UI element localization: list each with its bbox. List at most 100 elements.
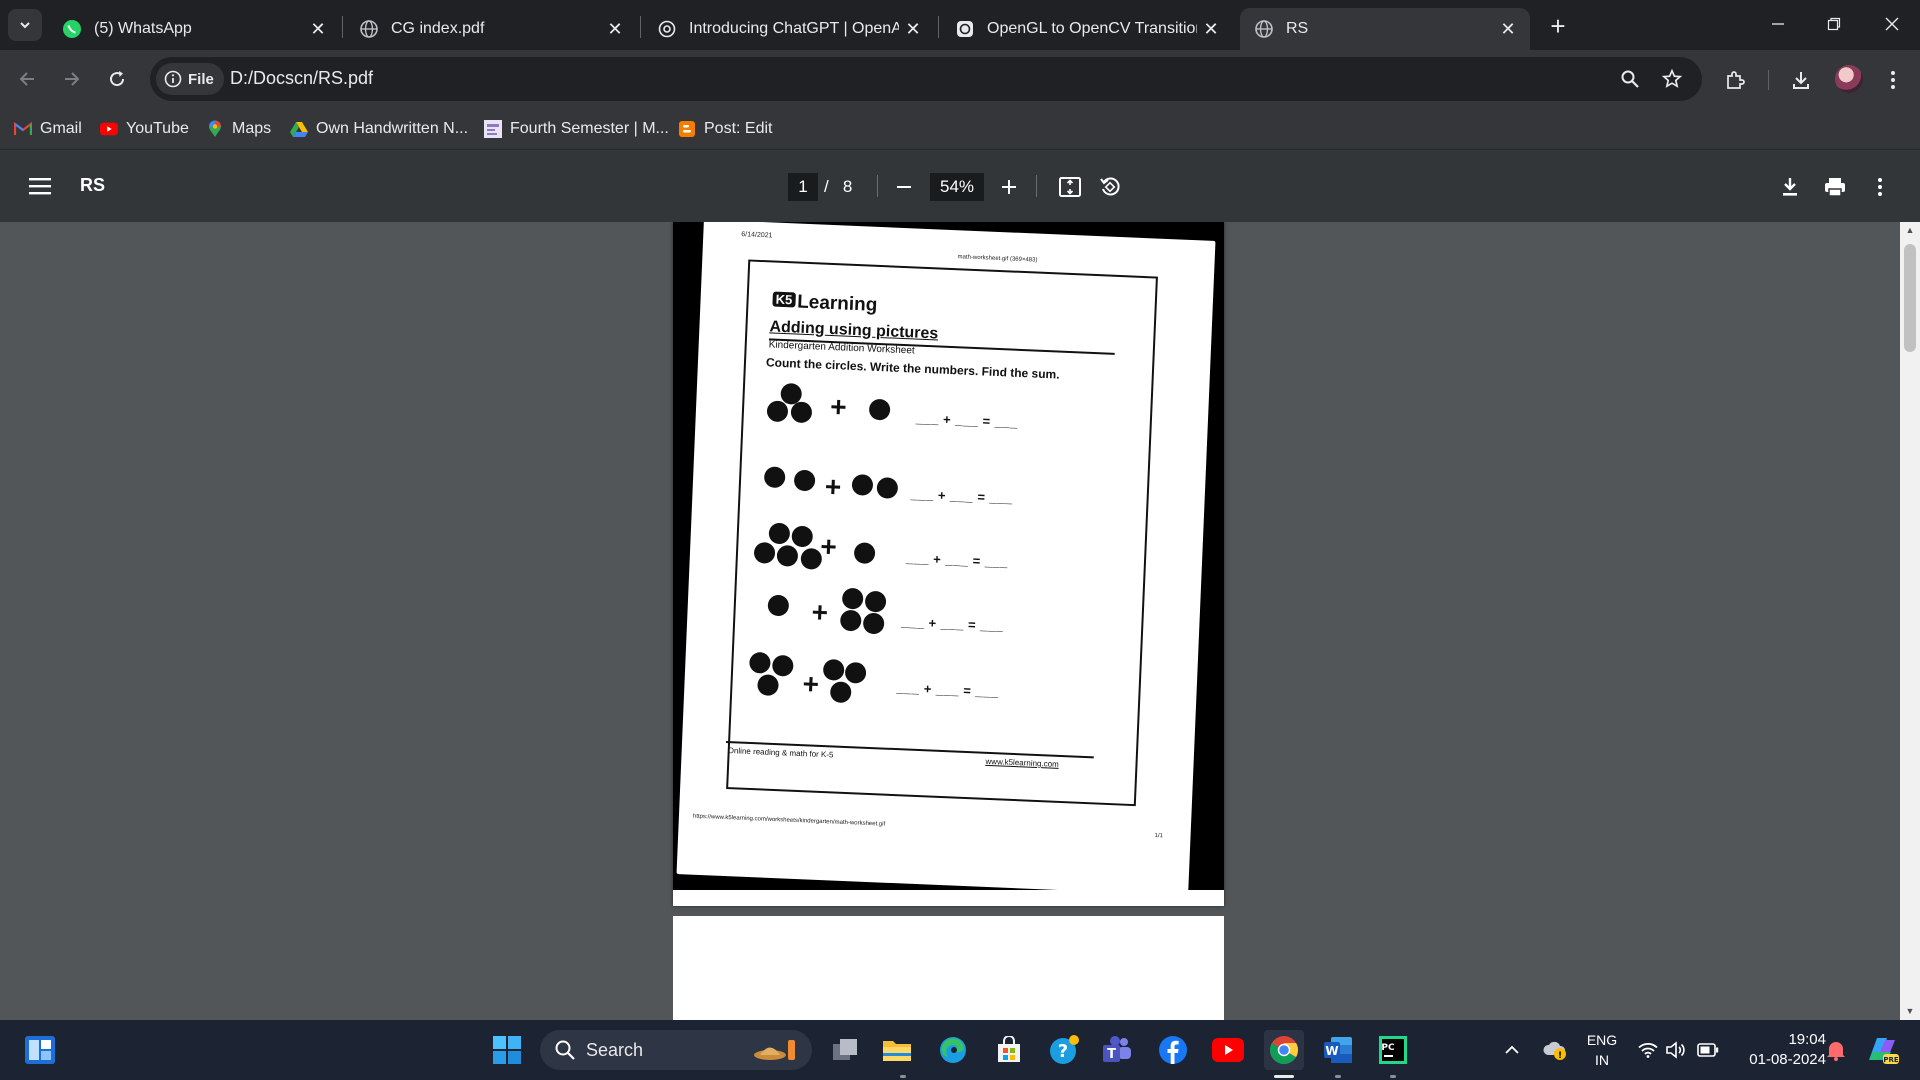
page-number-input[interactable]: 1 — [788, 173, 818, 201]
zoom-page-button[interactable] — [1618, 67, 1642, 91]
tab-search-button[interactable] — [8, 9, 42, 41]
zoom-input[interactable]: 54% — [930, 173, 984, 201]
tab-opengl-opencv[interactable]: OpenGL to OpenCV Transition ✕ — [941, 8, 1233, 50]
edge-button[interactable] — [933, 1030, 973, 1070]
magnifier-icon — [1621, 70, 1639, 88]
windows-taskbar: Search ? T W PC ! ENG IN 19:04 01-08-202… — [0, 1020, 1920, 1080]
url-text[interactable]: D:/Docscn/RS.pdf — [230, 68, 373, 89]
bookmark-star-button[interactable] — [1660, 67, 1684, 91]
arrow-right-icon — [65, 72, 80, 86]
bookmark-post-edit[interactable]: Post: Edit — [678, 115, 772, 143]
minimize-icon — [1772, 23, 1784, 25]
onedrive-status[interactable]: ! — [1538, 1020, 1572, 1080]
widgets-icon — [25, 1036, 55, 1064]
extensions-button[interactable] — [1722, 67, 1748, 93]
tab-rs[interactable]: RS ✕ — [1240, 8, 1530, 50]
browser-menu-button[interactable] — [1880, 67, 1906, 93]
pdf-viewer[interactable]: 6/14/2021 math-worksheet.gif (369×483) K… — [0, 222, 1920, 1020]
store-icon — [998, 1036, 1020, 1062]
show-hidden-icons-button[interactable] — [1498, 1020, 1526, 1080]
openai-icon — [657, 19, 677, 39]
forward-button[interactable] — [55, 62, 89, 96]
youtube-app-button[interactable] — [1208, 1030, 1248, 1070]
widgets-button[interactable] — [20, 1030, 60, 1070]
volume-status[interactable] — [1664, 1020, 1688, 1080]
bookmark-youtube[interactable]: YouTube — [100, 115, 189, 143]
close-tab-icon[interactable]: ✕ — [1197, 15, 1225, 43]
task-view-button[interactable] — [825, 1030, 865, 1070]
cloud-warning-icon: ! — [1543, 1041, 1566, 1061]
back-button[interactable] — [10, 62, 44, 96]
zoom-in-button[interactable] — [994, 172, 1024, 202]
close-tab-icon[interactable]: ✕ — [304, 15, 332, 43]
notifications-button[interactable] — [1822, 1020, 1850, 1080]
close-window-button[interactable] — [1864, 0, 1920, 48]
tab-title: RS — [1286, 20, 1309, 37]
scroll-up-icon[interactable]: ▲ — [1905, 225, 1915, 235]
bookmark-fourth-semester[interactable]: Fourth Semester | M... — [484, 115, 669, 143]
downloads-button[interactable] — [1788, 67, 1814, 93]
close-tab-icon[interactable]: ✕ — [1494, 15, 1522, 43]
battery-status[interactable] — [1694, 1020, 1722, 1080]
facebook-button[interactable] — [1153, 1030, 1193, 1070]
taskbar-search[interactable]: Search — [540, 1030, 812, 1070]
scrollbar-thumb[interactable] — [1904, 244, 1916, 352]
download-pdf-button[interactable] — [1775, 172, 1805, 202]
youtube-icon — [100, 120, 118, 138]
svg-text:T: T — [1107, 1047, 1116, 1062]
wifi-status[interactable] — [1636, 1020, 1660, 1080]
close-tab-icon[interactable]: ✕ — [899, 15, 927, 43]
scan-source-url: https://www.k5learning.com/worksheets/ki… — [692, 813, 886, 828]
viewer-scrollbar[interactable]: ▲ ▼ — [1900, 222, 1920, 1020]
word-button[interactable]: W — [1318, 1030, 1358, 1070]
new-tab-button[interactable]: + — [1542, 10, 1574, 42]
tab-whatsapp[interactable]: (5) WhatsApp ✕ — [48, 8, 340, 50]
search-highlight-icon — [754, 1040, 795, 1060]
maps-icon — [206, 120, 224, 138]
teams-button[interactable]: T — [1097, 1030, 1137, 1070]
scroll-down-icon[interactable]: ▼ — [1905, 1006, 1915, 1016]
copilot-button[interactable]: ? — [1044, 1030, 1084, 1070]
pycharm-button[interactable]: PC — [1373, 1030, 1413, 1070]
print-button[interactable] — [1820, 172, 1850, 202]
blogger-icon — [678, 120, 696, 138]
search-label: Search — [586, 1039, 644, 1060]
pdf-toolbar-divider — [877, 175, 878, 197]
bookmark-gmail[interactable]: Gmail — [14, 115, 82, 143]
plus-sign: + — [819, 530, 838, 563]
pdf-title: RS — [80, 175, 106, 195]
download-icon — [1783, 178, 1797, 196]
address-bar[interactable]: File D:/Docscn/RS.pdf — [150, 57, 1702, 101]
tab-chatgpt[interactable]: Introducing ChatGPT | OpenAI ✕ — [643, 8, 935, 50]
copilot-tray-button[interactable]: PRE — [1862, 1020, 1902, 1080]
language-indicator[interactable]: ENG IN — [1578, 1020, 1626, 1080]
microsoft-store-button[interactable] — [989, 1030, 1029, 1070]
reload-button[interactable] — [100, 62, 134, 96]
pdf-sidebar-toggle[interactable] — [26, 172, 54, 200]
plus-sign: + — [810, 596, 829, 629]
chrome-button[interactable] — [1264, 1030, 1304, 1070]
tab-divider — [342, 16, 343, 38]
pdf-more-button[interactable] — [1865, 172, 1895, 202]
close-tab-icon[interactable]: ✕ — [601, 15, 629, 43]
fit-page-button[interactable] — [1055, 172, 1085, 202]
clock-date: 01-08-2024 — [1749, 1051, 1826, 1068]
whatsapp-icon — [62, 19, 82, 39]
teams-icon: T — [1103, 1036, 1131, 1062]
start-button[interactable] — [487, 1030, 527, 1070]
site-info-chip[interactable]: File — [156, 63, 224, 95]
file-explorer-button[interactable] — [877, 1030, 917, 1070]
bookmark-handwritten-notes[interactable]: Own Handwritten N... — [290, 115, 468, 143]
profile-avatar[interactable] — [1835, 65, 1863, 93]
rotate-icon — [1100, 177, 1120, 196]
svg-text:?: ? — [1058, 1041, 1068, 1062]
clock[interactable]: 19:04 01-08-2024 — [1730, 1030, 1826, 1070]
scan-filename: math-worksheet.gif (369×483) — [957, 254, 1038, 264]
minimize-button[interactable] — [1750, 0, 1806, 48]
rotate-button[interactable] — [1095, 172, 1125, 202]
restore-button[interactable] — [1806, 0, 1862, 48]
zoom-out-button[interactable] — [889, 172, 919, 202]
tab-cg-index[interactable]: CG index.pdf ✕ — [345, 8, 637, 50]
tab-title: Introducing ChatGPT | OpenAI — [689, 20, 899, 37]
bookmark-maps[interactable]: Maps — [206, 115, 271, 143]
